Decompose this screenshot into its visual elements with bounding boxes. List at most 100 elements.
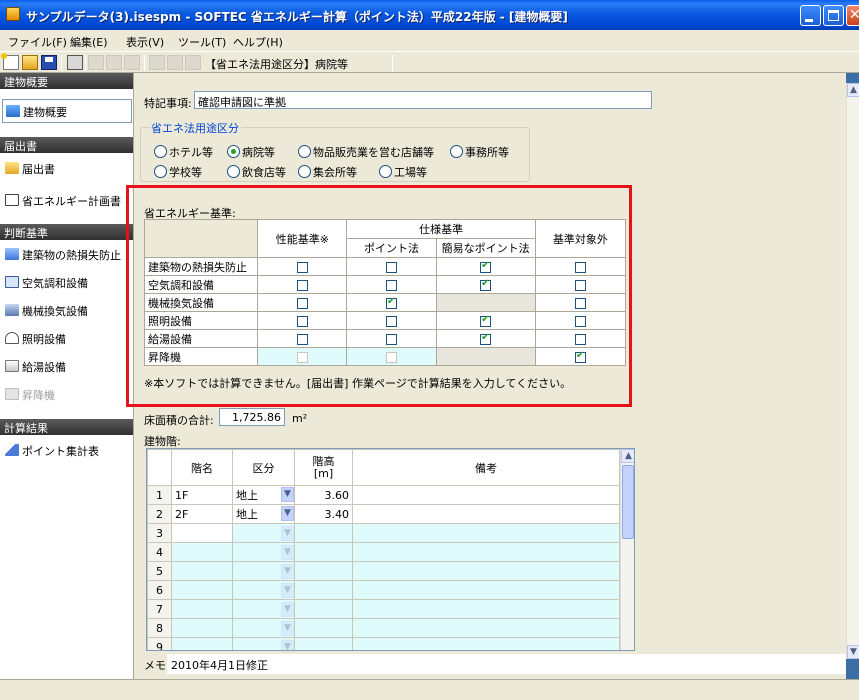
delete-icon[interactable]	[167, 55, 183, 70]
height-cell[interactable]	[294, 637, 353, 650]
toolbar: 【省エネ法用途区分】病院等	[0, 51, 859, 73]
toolbar-separator	[85, 55, 86, 71]
floors-scrollbar[interactable]: ▲	[620, 449, 634, 650]
radio-office[interactable]: 事務所等	[450, 144, 509, 160]
remarks-cell[interactable]	[352, 580, 620, 600]
sidebar-item-lighting[interactable]: 照明設備	[2, 327, 132, 349]
remarks-cell[interactable]	[352, 561, 620, 581]
radio-hotel[interactable]: ホテル等	[154, 144, 213, 160]
chevron-down-icon[interactable]: ▼	[281, 563, 294, 579]
sidebar-item-label: 届出書	[22, 163, 55, 176]
radio-factory[interactable]: 工場等	[379, 164, 427, 180]
scroll-up-icon[interactable]: ▲	[847, 83, 859, 97]
remarks-cell[interactable]	[352, 523, 620, 543]
remarks-cell[interactable]	[352, 637, 620, 650]
scroll-thumb[interactable]	[622, 465, 634, 539]
floor-name-cell[interactable]	[171, 561, 233, 581]
height-cell[interactable]	[294, 542, 353, 562]
chevron-down-icon[interactable]: ▼	[281, 525, 294, 541]
sidebar-item-air-conditioning[interactable]: 空気調和設備	[2, 271, 132, 293]
save-icon[interactable]	[41, 55, 57, 70]
category-cell[interactable]: ▼	[232, 523, 295, 543]
height-cell[interactable]: 3.40	[294, 504, 353, 524]
height-cell[interactable]	[294, 561, 353, 581]
main-scrollbar[interactable]: ▲ ▼	[846, 83, 859, 659]
floor-name-cell[interactable]	[171, 580, 233, 600]
height-cell[interactable]: 3.60	[294, 485, 353, 505]
sidebar-item-hot-water[interactable]: 給湯設備	[2, 355, 132, 377]
floor-area-label: 床面積の合計:	[144, 414, 214, 427]
chevron-down-icon[interactable]: ▼	[281, 601, 294, 617]
radio-hospital[interactable]: 病院等	[227, 144, 275, 160]
minimize-button[interactable]	[800, 5, 821, 26]
category-cell[interactable]: ▼	[232, 637, 295, 650]
remarks-cell[interactable]	[352, 618, 620, 638]
row-number: 6	[147, 580, 172, 600]
special-notes-field[interactable]: 確認申請図に準拠	[194, 91, 652, 109]
sidebar-item-point-summary[interactable]: ポイント集計表	[2, 439, 132, 461]
memo-field[interactable]: 2010年4月1日修正	[167, 654, 846, 674]
floor-name-cell[interactable]	[171, 599, 233, 619]
category-cell[interactable]: ▼	[232, 618, 295, 638]
floor-name-cell[interactable]	[171, 542, 233, 562]
floor-name-cell[interactable]	[171, 637, 233, 650]
close-button[interactable]: ✕	[846, 5, 859, 26]
chevron-down-icon[interactable]: ▼	[281, 544, 294, 560]
chevron-down-icon[interactable]: ▼	[281, 639, 294, 650]
sidebar-section-criteria: 判断基準	[0, 224, 133, 240]
scroll-down-icon[interactable]: ▼	[847, 645, 859, 659]
remarks-cell[interactable]	[352, 542, 620, 562]
edit-icon[interactable]	[149, 55, 165, 70]
new-file-icon[interactable]	[1, 53, 19, 70]
floor-name-cell[interactable]: 1F	[171, 485, 233, 505]
menu-file[interactable]: ファイル(F)	[8, 34, 67, 50]
radio-retail[interactable]: 物品販売業を営む店舗等	[298, 144, 434, 160]
radio-restaurant[interactable]: 飲食店等	[227, 164, 286, 180]
chevron-down-icon[interactable]: ▼	[281, 620, 294, 636]
remarks-cell[interactable]	[352, 504, 620, 524]
floor-name-cell[interactable]	[171, 618, 233, 638]
open-folder-icon[interactable]	[22, 55, 38, 70]
insert-row-icon[interactable]	[185, 55, 201, 70]
radio-assembly[interactable]: 集会所等	[298, 164, 357, 180]
table-row: 7 ▼	[147, 599, 620, 619]
menu-help[interactable]: ヘルプ(H)	[233, 34, 283, 50]
sidebar-item-building-overview[interactable]: 建物概要	[2, 99, 132, 123]
floor-name-cell[interactable]	[171, 523, 233, 543]
category-cell[interactable]: ▼	[232, 561, 295, 581]
sidebar-item-notification[interactable]: 届出書	[2, 157, 132, 179]
menu-tools[interactable]: ツール(T)	[178, 34, 226, 50]
sidebar-item-ventilation[interactable]: 機械換気設備	[2, 299, 132, 321]
menu-view[interactable]: 表示(V)	[126, 34, 164, 50]
category-cell[interactable]: ▼	[232, 599, 295, 619]
remarks-cell[interactable]	[352, 485, 620, 505]
height-cell[interactable]	[294, 618, 353, 638]
chevron-down-icon[interactable]: ▼	[281, 582, 294, 598]
radio-school[interactable]: 学校等	[154, 164, 202, 180]
copy-icon[interactable]	[106, 55, 122, 70]
category-cell[interactable]: 地上 ▼	[232, 485, 295, 505]
category-cell[interactable]: ▼	[232, 542, 295, 562]
floor-name-cell[interactable]: 2F	[171, 504, 233, 524]
sidebar-item-label: 機械換気設備	[22, 305, 88, 318]
paste-icon[interactable]	[124, 55, 140, 70]
chevron-down-icon[interactable]: ▼	[281, 506, 294, 521]
category-cell[interactable]: 地上 ▼	[232, 504, 295, 524]
category-cell[interactable]: ▼	[232, 580, 295, 600]
height-cell[interactable]	[294, 599, 353, 619]
print-icon[interactable]	[67, 55, 83, 70]
cut-icon[interactable]	[88, 55, 104, 70]
scroll-up-icon[interactable]: ▲	[621, 449, 634, 463]
sidebar-item-elevator[interactable]: 昇降機	[2, 383, 132, 405]
sidebar-item-energy-plan[interactable]: 省エネルギー計画書	[2, 189, 132, 211]
chevron-down-icon[interactable]: ▼	[281, 487, 294, 502]
row-number-header	[147, 449, 172, 486]
height-cell[interactable]	[294, 523, 353, 543]
sidebar-item-heat-loss[interactable]: 建築物の熱損失防止	[2, 243, 132, 265]
remarks-cell[interactable]	[352, 599, 620, 619]
menu-edit[interactable]: 編集(E)	[70, 34, 108, 50]
height-cell[interactable]	[294, 580, 353, 600]
floor-area-field[interactable]: 1,725.86	[219, 408, 285, 426]
maximize-button[interactable]	[823, 5, 844, 26]
header-height: 階高 [m]	[294, 449, 353, 486]
